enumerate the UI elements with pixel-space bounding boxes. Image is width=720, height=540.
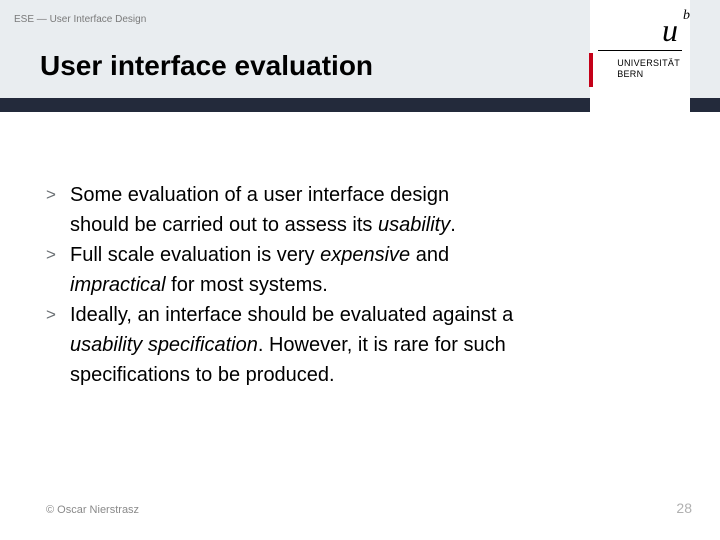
bullet-text: Ideally, an interface should be evaluate…: [70, 302, 513, 328]
footer-copyright: © Oscar Nierstrasz: [46, 504, 139, 516]
bullet-list: > Some evaluation of a user interface de…: [46, 182, 606, 392]
list-item: > Full scale evaluation is very expensiv…: [46, 242, 606, 268]
list-item: > Some evaluation of a user interface de…: [46, 182, 606, 208]
logo-divider: [598, 50, 682, 51]
bullet-text: usability specification. However, it is …: [70, 332, 506, 358]
bullet-marker: >: [46, 182, 70, 208]
logo-letter-u: u: [662, 12, 678, 49]
list-item: > Ideally, an interface should be evalua…: [46, 302, 606, 328]
page-number: 28: [676, 500, 692, 516]
logo-text-line2: BERN: [617, 69, 680, 80]
list-item-continuation: should be carried out to assess its usab…: [46, 212, 606, 238]
logo-red-accent: [589, 53, 593, 87]
breadcrumb: ESE — User Interface Design: [14, 14, 146, 25]
university-logo: u b UNIVERSITÄT BERN: [590, 0, 690, 132]
list-item-continuation: impractical for most systems.: [46, 272, 606, 298]
slide: ESE — User Interface Design User interfa…: [0, 0, 720, 540]
logo-letter-b: b: [683, 8, 690, 24]
bullet-marker: >: [46, 302, 70, 328]
bullet-text: should be carried out to assess its usab…: [70, 212, 456, 238]
logo-text-line1: UNIVERSITÄT: [617, 58, 680, 69]
bullet-marker: >: [46, 242, 70, 268]
bullet-text: specifications to be produced.: [70, 362, 335, 388]
page-title: User interface evaluation: [40, 50, 373, 82]
list-item-continuation: usability specification. However, it is …: [46, 332, 606, 358]
logo-text: UNIVERSITÄT BERN: [617, 58, 680, 80]
bullet-text: impractical for most systems.: [70, 272, 328, 298]
list-item-continuation: specifications to be produced.: [46, 362, 606, 388]
bullet-text: Some evaluation of a user interface desi…: [70, 182, 449, 208]
bullet-text: Full scale evaluation is very expensive …: [70, 242, 449, 268]
